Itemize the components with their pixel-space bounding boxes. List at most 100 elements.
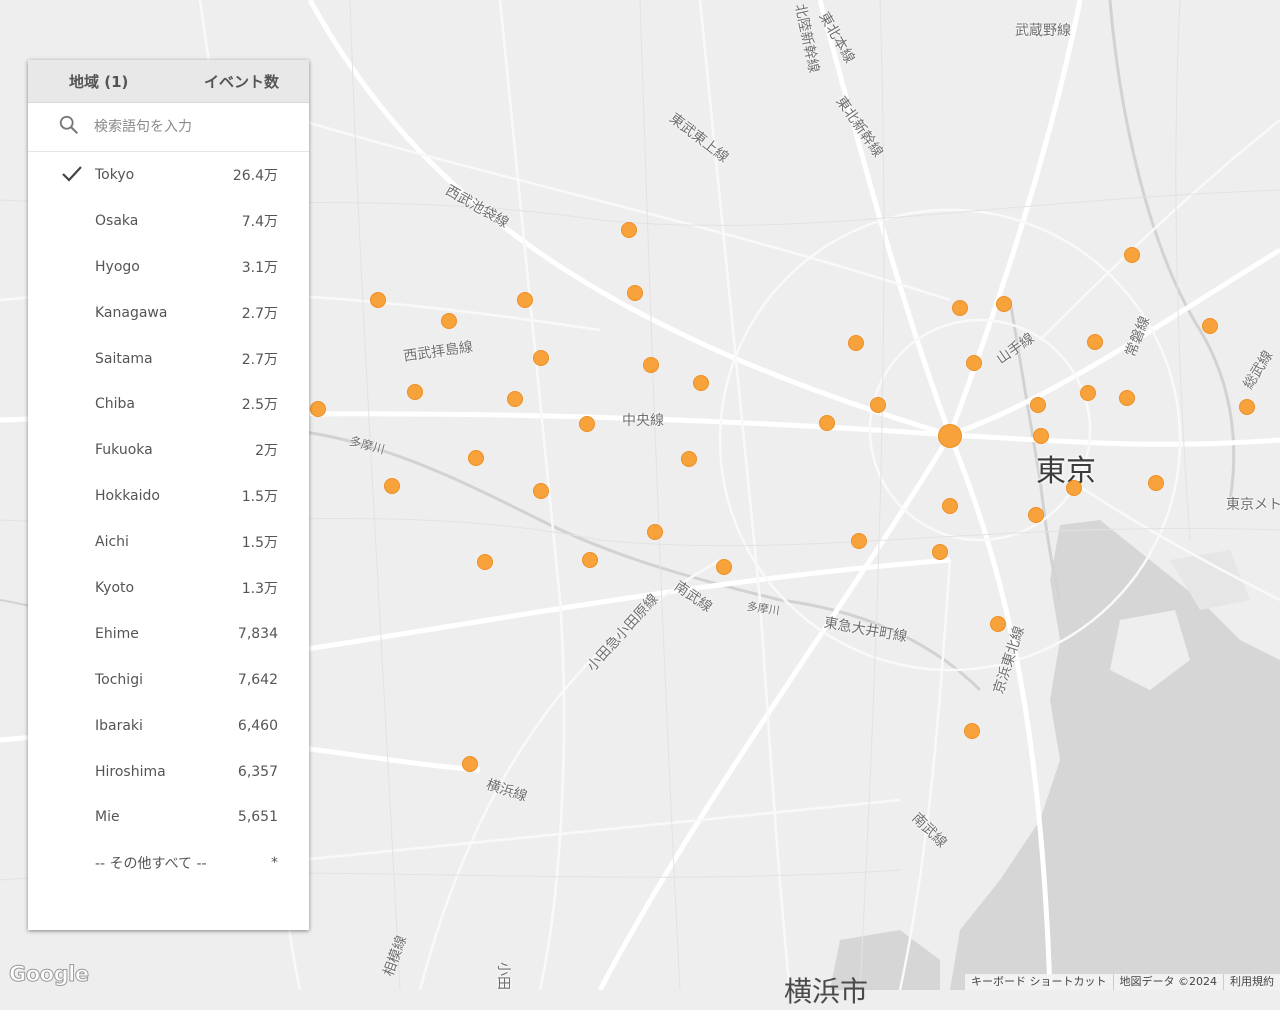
region-event-count: * <box>271 855 278 872</box>
event-marker[interactable] <box>477 554 493 570</box>
region-name: Ehime <box>95 625 139 642</box>
region-name: Hokkaido <box>95 488 160 505</box>
event-marker[interactable] <box>1028 507 1044 523</box>
search-icon <box>58 114 80 140</box>
region-row[interactable]: Hokkaido 1.5万 <box>28 473 309 519</box>
event-marker[interactable] <box>1087 334 1103 350</box>
map-label-odakyu-2: 小田 <box>495 962 511 990</box>
event-marker[interactable] <box>1119 390 1135 406</box>
region-name: Aichi <box>95 534 129 551</box>
region-row[interactable]: Saitama 2.7万 <box>28 336 309 382</box>
region-name: Tochigi <box>95 671 143 688</box>
region-row[interactable]: Ibaraki 6,460 <box>28 703 309 749</box>
event-marker[interactable] <box>507 391 523 407</box>
event-marker[interactable] <box>579 416 595 432</box>
event-marker[interactable] <box>996 296 1012 312</box>
event-marker[interactable] <box>1030 397 1046 413</box>
event-marker[interactable] <box>851 533 867 549</box>
event-marker[interactable] <box>370 292 386 308</box>
region-name: Saitama <box>95 350 153 367</box>
region-row[interactable]: Kanagawa 2.7万 <box>28 290 309 336</box>
region-event-count: 7.4万 <box>241 213 278 230</box>
region-event-count: 6,460 <box>237 717 278 734</box>
event-marker[interactable] <box>1202 318 1218 334</box>
event-marker[interactable] <box>468 450 484 466</box>
event-marker[interactable] <box>643 357 659 373</box>
map-label-tokyo-metro: 東京メト <box>1226 497 1280 513</box>
map-attribution: キーボード ショートカット 地図データ ©2024 利用規約 <box>965 974 1280 990</box>
region-name: Kanagawa <box>95 304 168 321</box>
region-event-count: 1.5万 <box>241 489 278 506</box>
region-event-count: 7,834 <box>237 625 278 642</box>
region-event-count: 5,651 <box>237 809 278 826</box>
event-marker[interactable] <box>582 552 598 568</box>
event-marker[interactable] <box>517 292 533 308</box>
region-row[interactable]: Kyoto 1.3万 <box>28 565 309 611</box>
event-marker[interactable] <box>681 451 697 467</box>
region-name: Hyogo <box>95 258 140 275</box>
region-event-count: 1.3万 <box>241 580 278 597</box>
region-row[interactable]: -- その他すべて -- * <box>28 840 309 886</box>
region-row[interactable]: Tokyo 26.4万 <box>28 152 309 198</box>
region-row[interactable]: Hiroshima 6,357 <box>28 749 309 795</box>
event-marker[interactable] <box>848 335 864 351</box>
map-label-chuo-line: 中央線 <box>622 413 664 429</box>
event-marker[interactable] <box>932 544 948 560</box>
region-row[interactable]: Osaka 7.4万 <box>28 198 309 244</box>
event-marker[interactable] <box>964 723 980 739</box>
event-marker[interactable] <box>693 375 709 391</box>
panel-header: 地域 (1) イベント数 <box>28 60 309 103</box>
event-marker[interactable] <box>1066 480 1082 496</box>
terms-link[interactable]: 利用規約 <box>1223 974 1280 990</box>
region-event-count: 26.4万 <box>232 167 278 184</box>
region-row[interactable]: Mie 5,651 <box>28 794 309 840</box>
region-name: Kyoto <box>95 579 135 596</box>
region-name: Fukuoka <box>95 442 153 459</box>
search-input[interactable] <box>92 118 296 136</box>
region-row[interactable]: Fukuoka 2万 <box>28 427 309 473</box>
event-marker[interactable] <box>533 483 549 499</box>
event-marker[interactable] <box>1148 475 1164 491</box>
region-list: Tokyo 26.4万 Osaka 7.4万 Hyogo 3.1万 Kanagawa 2.7万… <box>28 152 309 886</box>
event-marker[interactable] <box>647 524 663 540</box>
events-column-header[interactable]: イベント数 <box>204 71 279 92</box>
event-marker[interactable] <box>621 222 637 238</box>
region-event-count: 6,357 <box>237 763 278 780</box>
region-row[interactable]: Aichi 1.5万 <box>28 519 309 565</box>
event-marker[interactable] <box>1033 428 1049 444</box>
event-marker[interactable] <box>407 384 423 400</box>
event-marker[interactable] <box>533 350 549 366</box>
region-event-count: 2.7万 <box>241 351 278 368</box>
event-marker[interactable] <box>990 616 1006 632</box>
region-name: Chiba <box>95 396 136 413</box>
event-marker[interactable] <box>1239 399 1255 415</box>
event-marker[interactable] <box>462 756 478 772</box>
event-marker[interactable] <box>870 397 886 413</box>
event-marker-large[interactable] <box>938 424 962 448</box>
event-marker[interactable] <box>966 355 982 371</box>
event-marker[interactable] <box>1124 247 1140 263</box>
event-marker[interactable] <box>310 401 326 417</box>
event-marker[interactable] <box>627 285 643 301</box>
event-marker[interactable] <box>1080 385 1096 401</box>
region-name: -- その他すべて -- <box>95 856 207 873</box>
search-bar <box>28 103 309 152</box>
keyboard-shortcuts-link[interactable]: キーボード ショートカット <box>965 974 1113 990</box>
event-marker[interactable] <box>384 478 400 494</box>
region-name: Osaka <box>95 212 139 229</box>
event-marker[interactable] <box>716 559 732 575</box>
event-marker[interactable] <box>441 313 457 329</box>
region-column-header[interactable]: 地域 (1) <box>69 71 128 92</box>
region-row[interactable]: Hyogo 3.1万 <box>28 244 309 290</box>
region-row[interactable]: Chiba 2.5万 <box>28 381 309 427</box>
event-marker[interactable] <box>952 300 968 316</box>
region-event-count: 2.7万 <box>241 305 278 322</box>
event-marker[interactable] <box>942 498 958 514</box>
google-logo: Google <box>9 962 90 987</box>
map-data-credit: 地図データ ©2024 <box>1112 974 1224 990</box>
region-row[interactable]: Tochigi 7,642 <box>28 657 309 703</box>
region-event-count: 2.5万 <box>241 397 278 414</box>
region-event-count: 3.1万 <box>241 259 278 276</box>
event-marker[interactable] <box>819 415 835 431</box>
region-row[interactable]: Ehime 7,834 <box>28 611 309 657</box>
